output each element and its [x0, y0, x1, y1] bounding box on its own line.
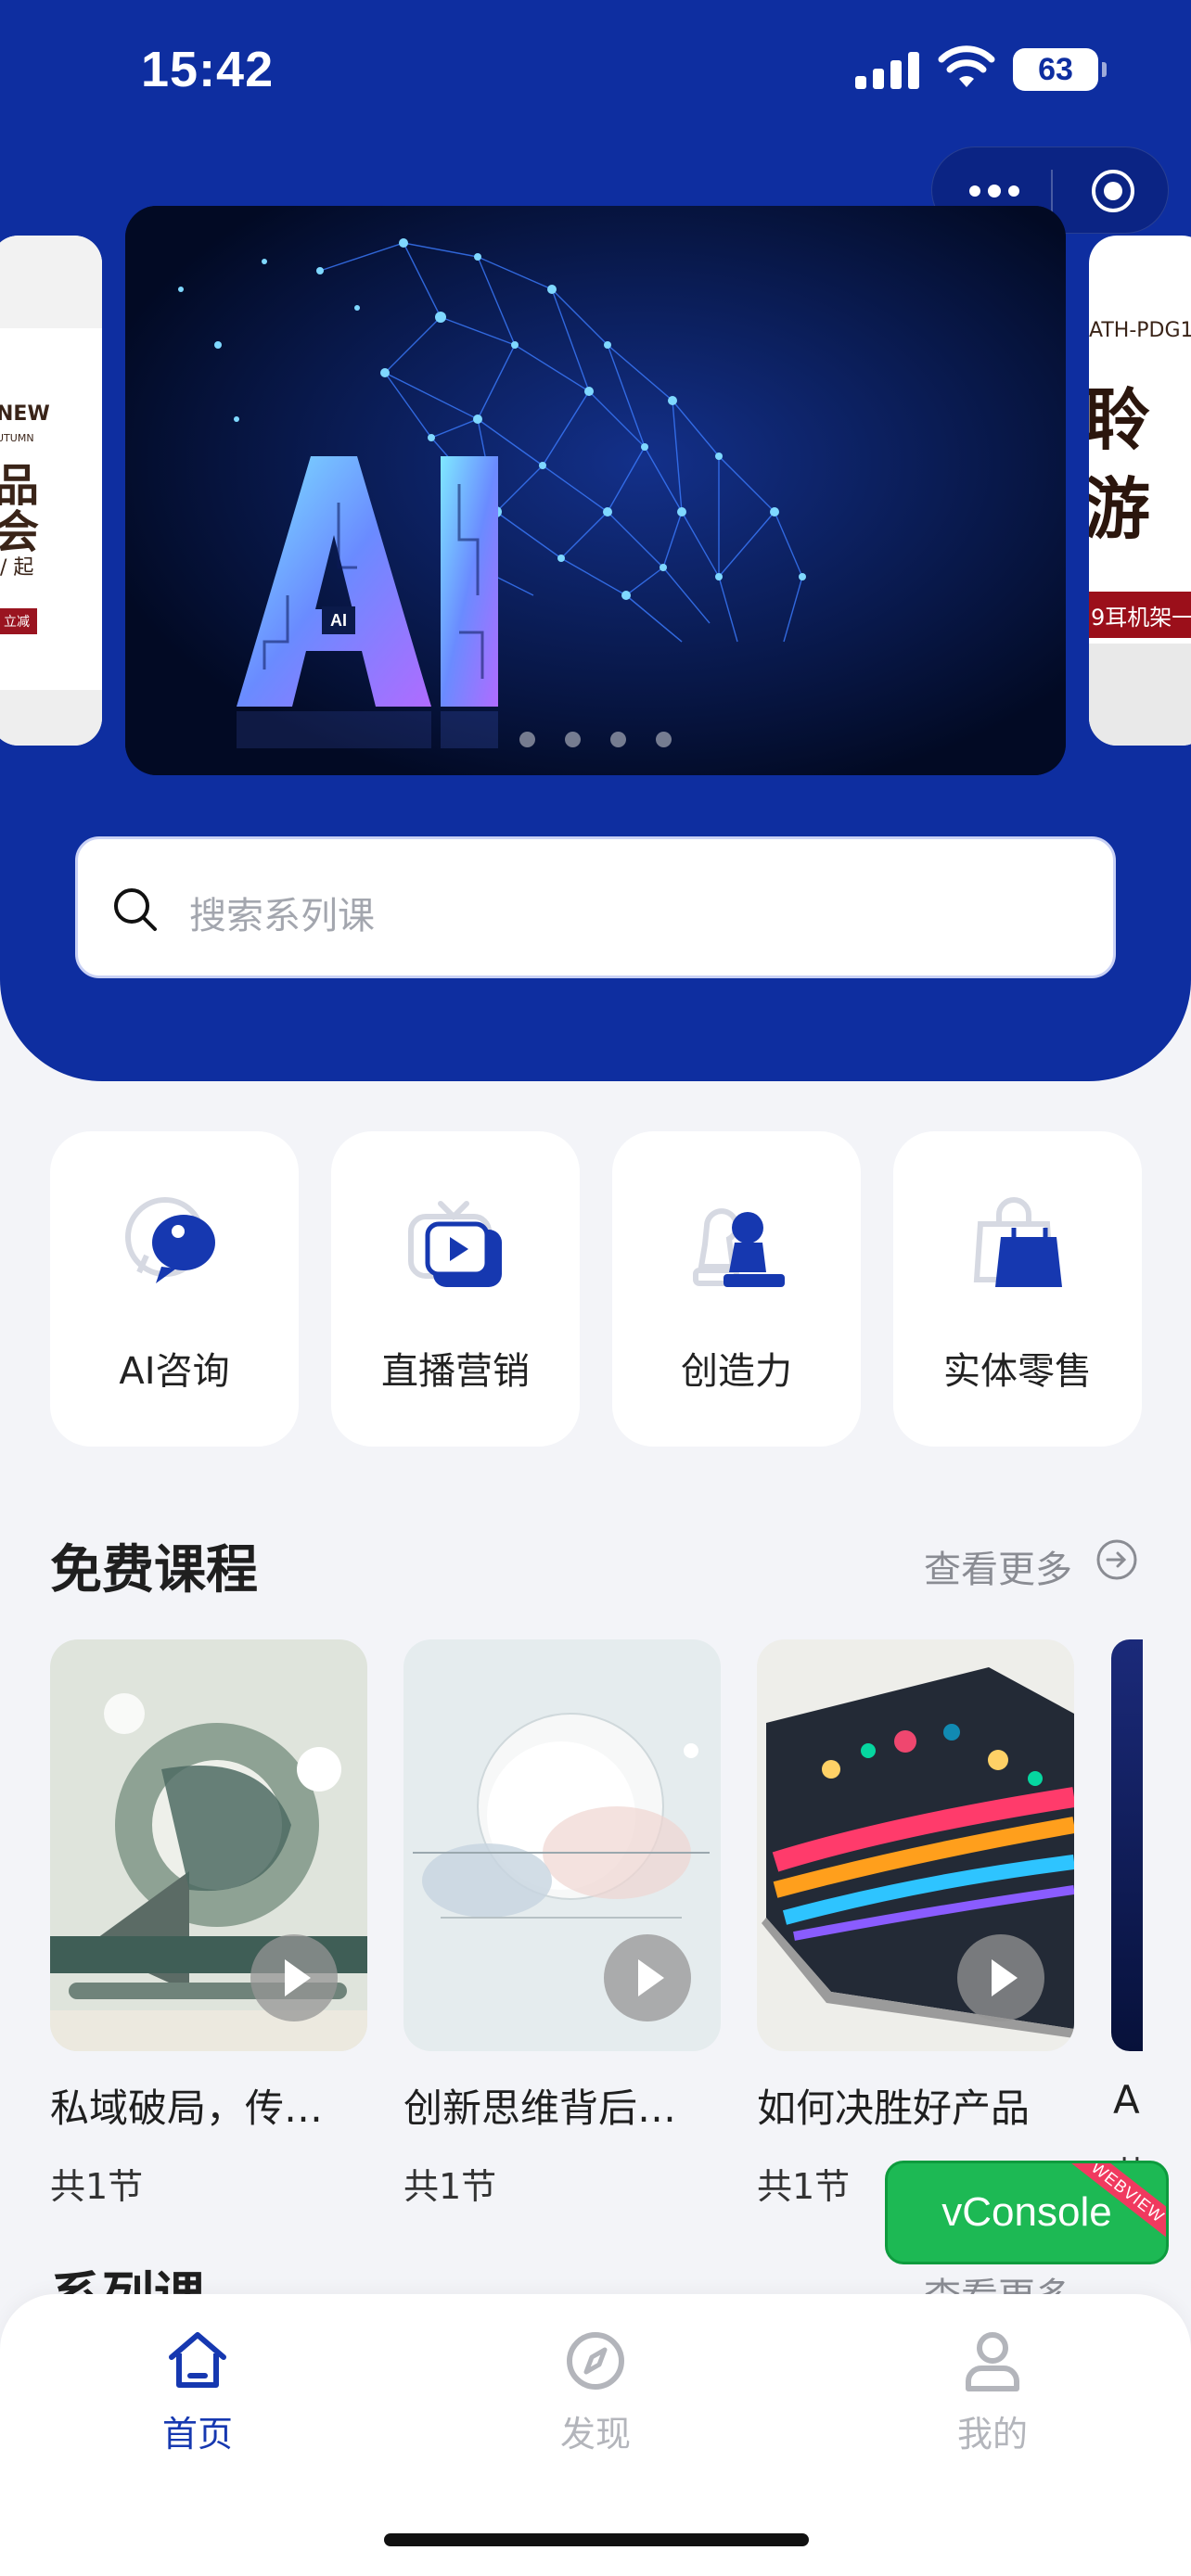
page-dot[interactable] — [610, 732, 626, 747]
vconsole-button[interactable]: vConsole WEBVIEW — [885, 2161, 1169, 2264]
tv-play-icon — [408, 1201, 502, 1287]
course-thumbnail — [403, 1639, 721, 2051]
status-time: 15:42 — [141, 42, 275, 97]
search-icon — [114, 888, 157, 931]
course-name: A — [1113, 2077, 1140, 2123]
chess-piece-icon — [693, 1208, 785, 1287]
course-name: 如何决胜好产品 — [757, 2085, 1031, 2131]
home-indicator — [384, 2533, 809, 2546]
prev-card-text: UTUMN — [0, 432, 34, 444]
compass-icon — [567, 2332, 624, 2390]
prev-card-tag: 立减 — [0, 608, 37, 634]
tab-label: 我的 — [956, 2414, 1028, 2455]
arrow-circle-right-icon[interactable] — [1095, 1537, 1139, 1582]
user-icon — [966, 2332, 1019, 2391]
chat-bubble-icon — [125, 1197, 215, 1283]
category-retail[interactable]: 实体零售 — [893, 1131, 1142, 1447]
search-bar[interactable]: 搜索系列课 — [75, 836, 1116, 978]
banner-next-card[interactable]: ATH-PDG1 聆 游 9耳机架一 — [1089, 236, 1191, 746]
ai-banner-image: AI AI — [125, 206, 1066, 775]
play-button[interactable] — [604, 1934, 691, 2021]
prev-card-text: NEW — [0, 402, 50, 426]
category-label: 直播营销 — [381, 1350, 530, 1393]
cellular-signal-icon — [855, 50, 920, 89]
next-card-text: 9耳机架一 — [1091, 605, 1191, 631]
category-ai-consult[interactable]: AI咨询 — [50, 1131, 299, 1447]
status-bar: 15:42 63 — [0, 0, 1191, 139]
category-live-marketing[interactable]: 直播营销 — [331, 1131, 580, 1447]
course-lesson-count: 共1节 — [403, 2166, 497, 2207]
close-target-icon[interactable] — [1090, 168, 1136, 214]
course-thumbnail — [757, 1639, 1074, 2051]
ai-badge: AI — [330, 611, 347, 630]
page-dot[interactable] — [656, 732, 672, 747]
tab-label: 首页 — [161, 2414, 233, 2455]
tab-discover[interactable]: 发现 — [503, 2327, 688, 2456]
tab-label: 发现 — [559, 2414, 631, 2455]
home-icon — [169, 2332, 226, 2388]
capsule-divider — [1051, 170, 1053, 212]
main-banner[interactable]: AI AI — [125, 206, 1066, 775]
course-lesson-count: 共1节 — [50, 2166, 144, 2207]
more-icon[interactable] — [969, 181, 1021, 201]
course-name: 创新思维背后… — [403, 2085, 677, 2131]
battery-icon: 63 — [1013, 48, 1107, 91]
play-button[interactable] — [957, 1934, 1044, 2021]
category-creativity[interactable]: 创造力 — [612, 1131, 861, 1447]
next-card-text: 聆 — [1089, 381, 1151, 459]
page-dot[interactable] — [519, 732, 535, 747]
shopping-bag-icon — [973, 1197, 1062, 1287]
course-thumbnail — [50, 1639, 367, 2051]
free-courses-title: 免费课程 — [50, 1540, 258, 1600]
prev-card-text: / 起 — [0, 556, 34, 580]
next-card-text: 游 — [1089, 470, 1151, 548]
page-dot[interactable] — [565, 732, 581, 747]
category-label: 实体零售 — [943, 1350, 1092, 1393]
search-placeholder: 搜索系列课 — [189, 895, 375, 937]
category-label: AI咨询 — [119, 1350, 230, 1393]
category-label: 创造力 — [681, 1350, 792, 1393]
course-card[interactable]: 如何决胜好产品 共1节 — [757, 1639, 1074, 2209]
course-card[interactable]: 创新思维背后… 共1节 — [403, 1639, 721, 2209]
vconsole-label: vConsole — [941, 2189, 1112, 2235]
play-button[interactable] — [250, 1934, 338, 2021]
course-name: 私域破局，传… — [50, 2085, 324, 2131]
free-courses-more-link[interactable]: 查看更多 — [924, 1539, 1072, 1593]
course-card-peek[interactable] — [1111, 1639, 1143, 2051]
tab-mine[interactable]: 我的 — [900, 2327, 1085, 2456]
banner-prev-card[interactable]: NEW UTUMN 品 会 / 起 立减 — [0, 236, 102, 746]
banner-pagination — [125, 732, 1066, 751]
next-card-text: ATH-PDG1 — [1089, 319, 1191, 342]
tab-home[interactable]: 首页 — [105, 2327, 290, 2456]
course-card[interactable]: 私域破局，传… 共1节 — [50, 1639, 367, 2209]
wifi-icon — [938, 45, 995, 87]
